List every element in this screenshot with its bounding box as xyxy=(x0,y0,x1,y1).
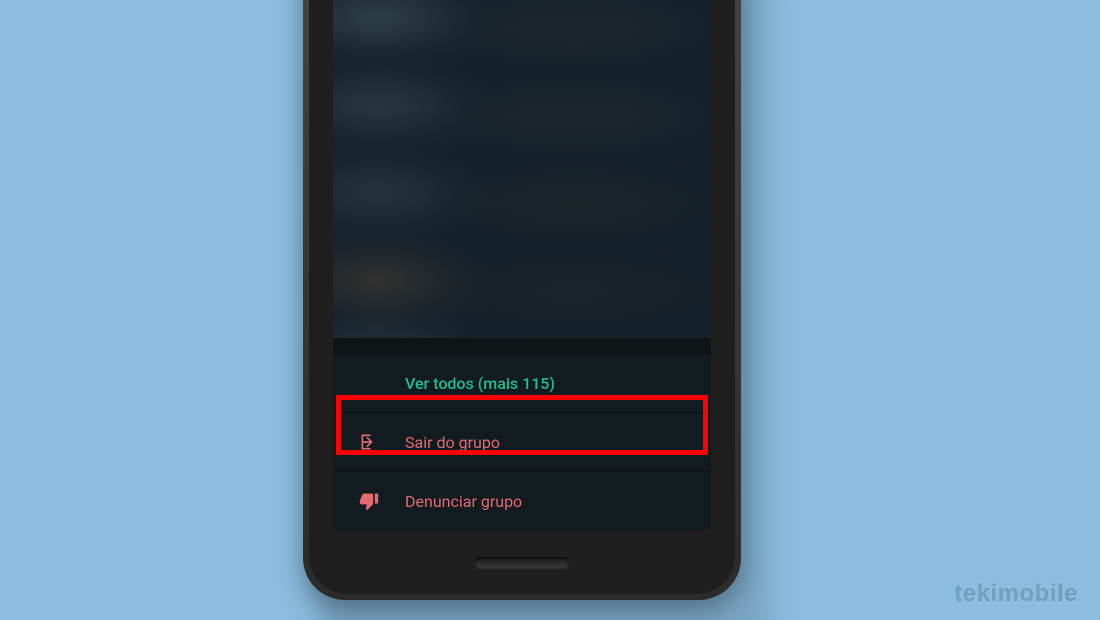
canvas: Ver todos (mais 115) Sai xyxy=(0,0,1100,620)
blurred-participants-list xyxy=(333,0,711,338)
phone-inner: Ver todos (mais 115) Sai xyxy=(309,0,735,594)
report-group-button[interactable]: Denunciar grupo xyxy=(333,472,711,530)
phone-frame: Ver todos (mais 115) Sai xyxy=(303,0,741,600)
exit-icon xyxy=(355,432,383,452)
watermark-logo: tekimobile xyxy=(954,580,1078,608)
see-all-participants-button[interactable]: Ver todos (mais 115) xyxy=(333,354,711,413)
phone-speaker-slot xyxy=(475,557,569,568)
leave-group-label: Sair do grupo xyxy=(405,433,500,452)
phone-screen: Ver todos (mais 115) Sai xyxy=(333,0,711,530)
row-divider xyxy=(333,471,711,472)
leave-group-button[interactable]: Sair do grupo xyxy=(333,413,711,471)
thumbs-down-icon xyxy=(355,491,383,511)
group-info-bottom-panel: Ver todos (mais 115) Sai xyxy=(333,354,711,530)
report-group-label: Denunciar grupo xyxy=(405,492,522,511)
see-all-label: Ver todos (mais 115) xyxy=(405,374,555,393)
